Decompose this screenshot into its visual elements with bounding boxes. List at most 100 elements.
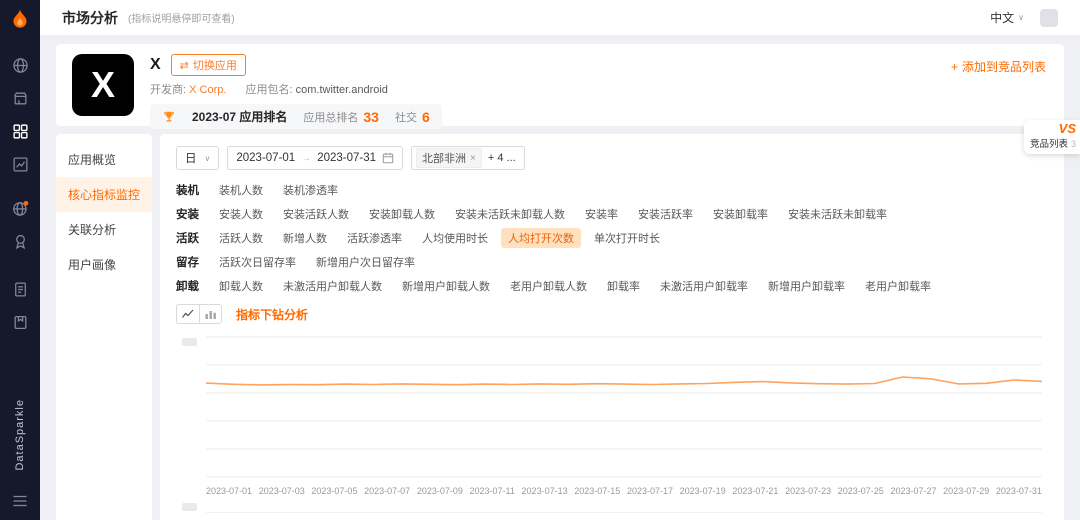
metric-option[interactable]: 新增用户卸载人数: [395, 276, 497, 296]
medal-icon: [15, 234, 25, 249]
metric-option[interactable]: 活跃次日留存率: [212, 252, 303, 272]
metric-option[interactable]: 安装未活跃未卸载率: [781, 204, 894, 224]
gridlines: [206, 336, 1042, 478]
line-chart-icon: [182, 309, 194, 318]
developer-link[interactable]: X Corp.: [189, 84, 226, 96]
metric-option[interactable]: 新增人数: [276, 228, 334, 248]
chevron-down-icon: ∨: [1018, 13, 1024, 22]
x-tick-label: 2023-07-23: [785, 486, 832, 496]
brand-logo[interactable]: [0, 0, 40, 38]
nav-app-analysis[interactable]: [9, 120, 31, 142]
app-name: X: [150, 56, 161, 73]
subnav-item[interactable]: 用户画像: [56, 247, 152, 282]
x-tick-label: 2023-07-27: [890, 486, 937, 496]
metric-option[interactable]: 活跃人数: [212, 228, 270, 248]
date-range-picker[interactable]: 2023-07-01 → 2023-07-31: [227, 146, 404, 170]
nav-collection[interactable]: [9, 311, 31, 333]
x-tick-label: 2023-07-01: [206, 486, 253, 496]
metrics-panel: 日 ∨ 2023-07-01 → 2023-07-31 北部非洲 × + 4 .…: [160, 134, 1064, 520]
swap-icon: ⇄: [179, 59, 189, 72]
main-content: X X ⇄ 切换应用 开发商: X Corp. 应用包名: com.twitte…: [40, 36, 1080, 520]
total-rank-value: 33: [363, 108, 379, 125]
chart-line: [206, 377, 1042, 385]
metric-option[interactable]: 安装活跃人数: [276, 204, 356, 224]
metric-group-label: 安装: [176, 209, 199, 221]
region-filter[interactable]: 北部非洲 × + 4 ...: [411, 146, 525, 170]
nav-leaderboard[interactable]: [9, 230, 31, 252]
metric-option[interactable]: 新增用户次日留存率: [309, 252, 422, 272]
granularity-select[interactable]: 日 ∨: [176, 146, 220, 170]
drill-down-link[interactable]: 指标下钻分析: [236, 306, 308, 323]
metric-option[interactable]: 安装活跃率: [631, 204, 700, 224]
metric-option[interactable]: 安装卸载率: [706, 204, 775, 224]
metric-option[interactable]: 新增用户卸载率: [761, 276, 852, 296]
metric-group-label: 卸载: [176, 281, 199, 293]
metric-option[interactable]: 老用户卸载率: [858, 276, 938, 296]
package-label: 应用包名:: [245, 84, 293, 96]
trend-chart: [206, 336, 1042, 478]
close-icon[interactable]: ×: [470, 153, 476, 164]
nav-world-ranking[interactable]: [9, 197, 31, 219]
language-switcher[interactable]: 中文 ∨: [990, 9, 1024, 26]
competitors-tab-count: 3/10: [1071, 139, 1076, 149]
add-to-competitors-button[interactable]: + 添加到竞品列表: [951, 58, 1046, 75]
metric-option[interactable]: 老用户卸载人数: [503, 276, 594, 296]
x-tick-label: 2023-07-17: [626, 486, 673, 496]
language-label: 中文: [990, 11, 1015, 25]
vs-badge: VS: [1058, 121, 1076, 136]
metric-option[interactable]: 装机渗透率: [276, 180, 345, 200]
x-tick-label: 2023-07-15: [574, 486, 621, 496]
subnav-item[interactable]: 关联分析: [56, 212, 152, 247]
bar-chart-toggle[interactable]: [199, 304, 222, 324]
flame-icon: [13, 8, 27, 28]
nav-trend-analytics[interactable]: [9, 153, 31, 175]
page-title: 市场分析: [62, 9, 118, 26]
metric-row: 留存 活跃次日留存率 新增用户次日留存率: [176, 252, 1048, 272]
subnav-item[interactable]: 应用概览: [56, 142, 152, 177]
metric-option[interactable]: 活跃渗透率: [340, 228, 409, 248]
metric-option[interactable]: 安装未活跃未卸载人数: [448, 204, 572, 224]
metric-row: 安装 安装人数 安装活跃人数 安装卸载人数 安装未活跃未卸载人数 安装率 安装活跃率 安装卸载…: [176, 204, 1048, 224]
metric-option[interactable]: 未激活用户卸载人数: [276, 276, 389, 296]
metric-option[interactable]: 安装人数: [212, 204, 270, 224]
metric-option[interactable]: 单次打开时长: [587, 228, 667, 248]
x-tick-label: 2023-07-05: [311, 486, 358, 496]
nav-report[interactable]: [9, 278, 31, 300]
metric-option[interactable]: 未激活用户卸载率: [653, 276, 755, 296]
x-tick-label: 2023-07-13: [521, 486, 568, 496]
trophy-icon: [164, 111, 174, 122]
total-rank-label: 应用总排名: [303, 111, 359, 124]
nav-global-overview[interactable]: [9, 54, 31, 76]
switch-app-button[interactable]: ⇄ 切换应用: [170, 54, 246, 76]
avatar[interactable]: [1040, 8, 1058, 27]
metric-option[interactable]: 卸载人数: [212, 276, 270, 296]
line-chart-icon: [12, 156, 28, 172]
metric-rows: 装机 装机人数 装机渗透率 安装 安装人数 安装活跃人数 安装卸载人数 安装未活跃未卸载人数安…: [176, 180, 1048, 296]
region-tag: 北部非洲 ×: [416, 148, 482, 168]
line-chart-toggle[interactable]: [176, 304, 199, 324]
x-tick-label: 2023-07-29: [943, 486, 990, 496]
bar-chart-icon: [205, 311, 216, 319]
region-more: + 4 ...: [487, 152, 516, 164]
bookmark-folder-icon: [14, 315, 26, 329]
subnav-item[interactable]: 核心指标监控: [56, 177, 152, 212]
globe-icon: [12, 57, 28, 73]
metric-group-label: 活跃: [176, 233, 199, 245]
metric-row: 卸载 卸载人数 未激活用户卸载人数 新增用户卸载人数 老用户卸载人数 卸载率 未激活用户卸载…: [176, 276, 1048, 296]
metric-group-label: 装机: [176, 185, 199, 197]
calendar-icon: [382, 152, 394, 164]
nav-market[interactable]: [9, 87, 31, 109]
x-tick-label: 2023-07-09: [416, 486, 463, 496]
competitors-tab-label: 竞品列表: [1030, 139, 1069, 150]
collapse-menu-icon[interactable]: [9, 490, 31, 512]
metric-option[interactable]: 装机人数: [212, 180, 270, 200]
y-axis-label-placeholder: [182, 503, 197, 511]
x-tick-label: 2023-07-11: [469, 486, 515, 496]
metric-option[interactable]: 人均打开次数: [501, 228, 581, 248]
metric-option[interactable]: 安装卸载人数: [362, 204, 442, 224]
y-axis-label-placeholder: [182, 338, 197, 346]
competitors-panel-tab[interactable]: VS 竞品列表 3/10: [1024, 120, 1080, 154]
metric-option[interactable]: 卸载率: [600, 276, 647, 296]
metric-option[interactable]: 安装率: [578, 204, 625, 224]
metric-option[interactable]: 人均使用时长: [415, 228, 495, 248]
